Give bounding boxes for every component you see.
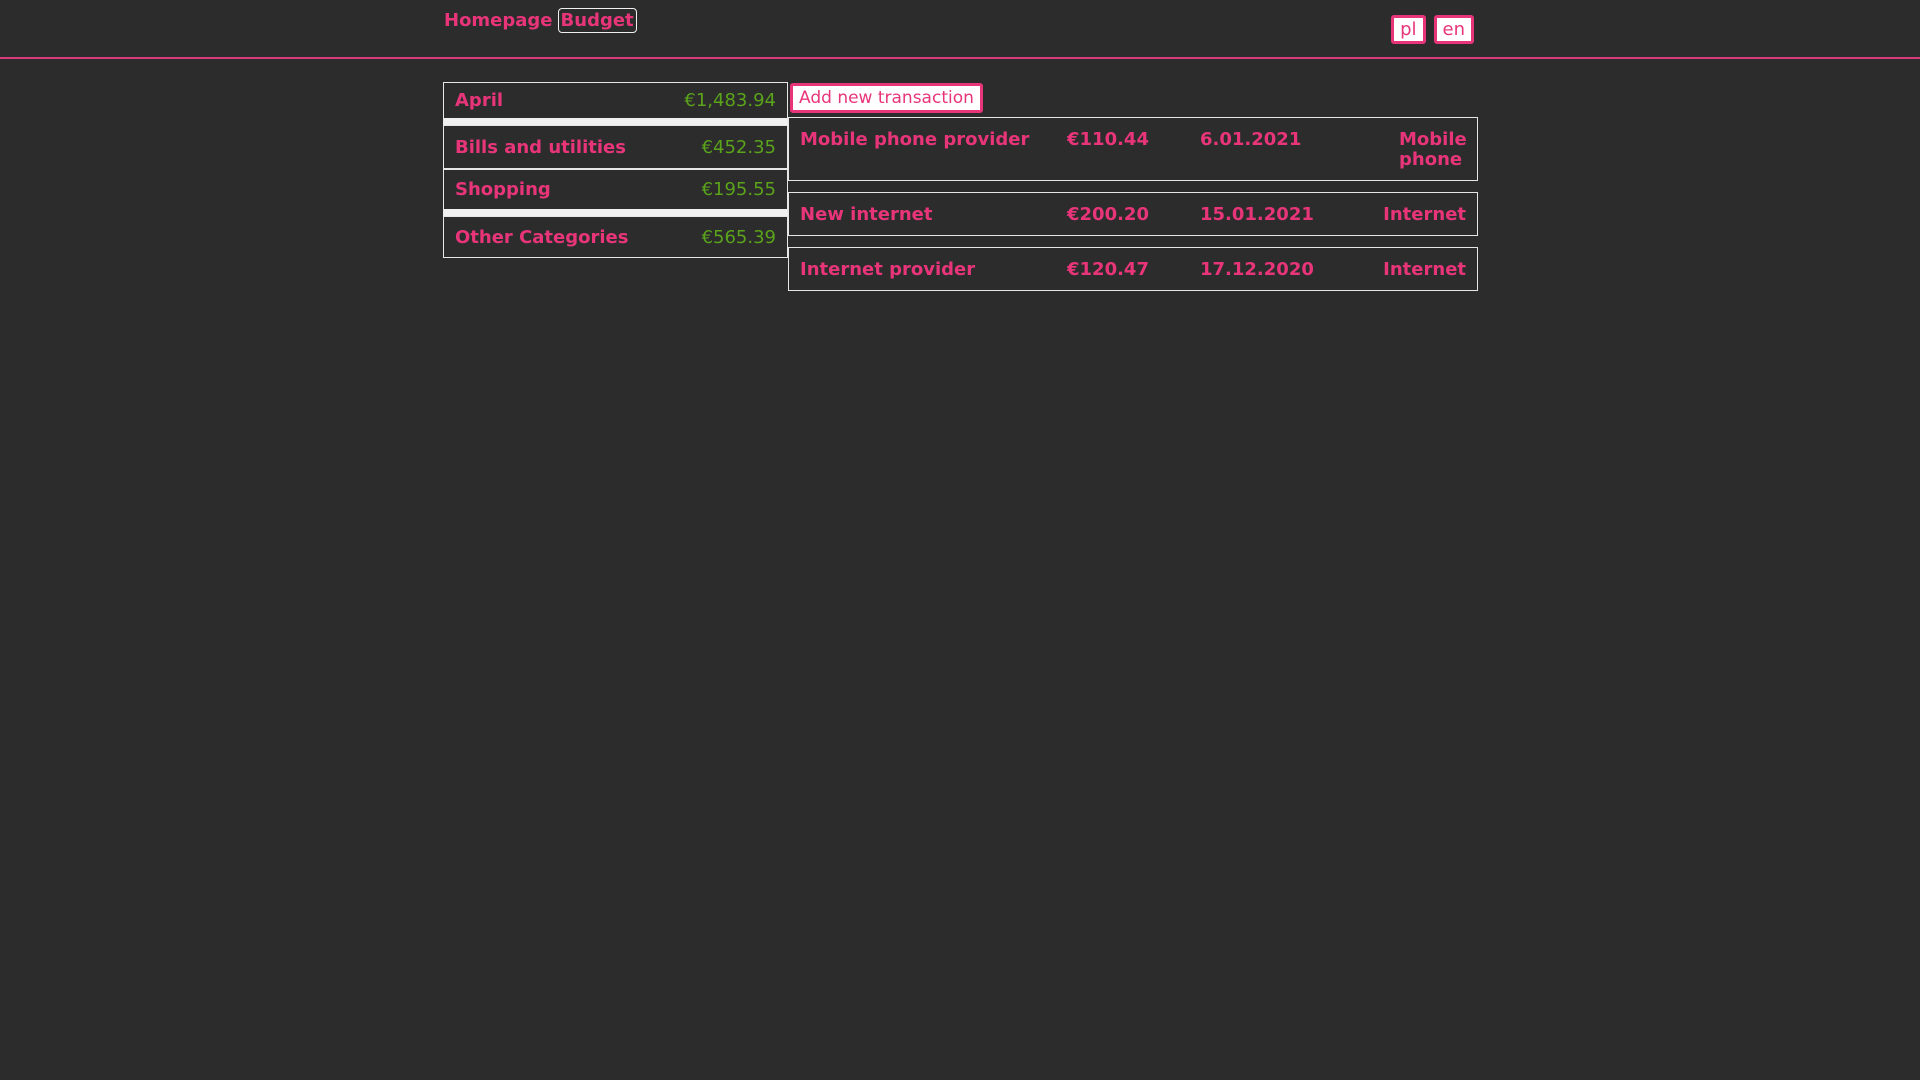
category-name: Bills and utilities [455,136,626,158]
category-name: Other Categories [455,226,629,248]
nav-homepage-link[interactable]: Homepage [443,8,554,33]
transaction-row[interactable]: Mobile phone provider €110.44 6.01.2021 … [788,117,1478,181]
transaction-date: 17.12.2020 [1200,259,1314,280]
transaction-category: Mobile phone [1399,129,1467,170]
category-shopping-row[interactable]: Shopping €195.55 [443,169,788,216]
transaction-amount: €110.44 [1067,129,1149,150]
transactions-panel: Add new transaction Mobile phone provide… [788,83,1478,291]
transaction-date: 15.01.2021 [1200,204,1314,225]
category-list: April €1,483.94 Bills and utilities €452… [443,82,788,258]
transaction-category: Internet [1383,204,1466,225]
main-nav: Homepage Budget [443,8,637,33]
category-other-row[interactable]: Other Categories €565.39 [443,216,788,258]
lang-pl-button[interactable]: pl [1391,15,1426,44]
transaction-name: New internet [800,204,933,225]
language-switcher: pl en [1391,15,1474,44]
transaction-name: Internet provider [800,259,976,280]
category-month-row[interactable]: April €1,483.94 [443,82,788,125]
transaction-date: 6.01.2021 [1200,129,1302,150]
header: Homepage Budget pl en [0,0,1920,59]
lang-en-button[interactable]: en [1433,15,1474,44]
category-amount: €452.35 [701,136,776,158]
transaction-row[interactable]: New internet €200.20 15.01.2021 Internet [788,192,1478,236]
category-amount: €565.39 [701,226,776,248]
transaction-category: Internet [1383,259,1466,280]
transaction-amount: €120.47 [1067,259,1149,280]
transaction-amount: €200.20 [1067,204,1149,225]
transaction-row[interactable]: Internet provider €120.47 17.12.2020 Int… [788,247,1478,291]
add-transaction-button[interactable]: Add new transaction [790,83,983,113]
category-bills-row[interactable]: Bills and utilities €452.35 [443,125,788,169]
category-amount: €195.55 [701,179,776,200]
category-amount: €1,483.94 [684,90,776,111]
nav-budget-link[interactable]: Budget [557,8,637,33]
transaction-name: Mobile phone provider [800,129,1030,150]
category-name: Shopping [455,179,551,200]
category-name: April [455,90,504,111]
